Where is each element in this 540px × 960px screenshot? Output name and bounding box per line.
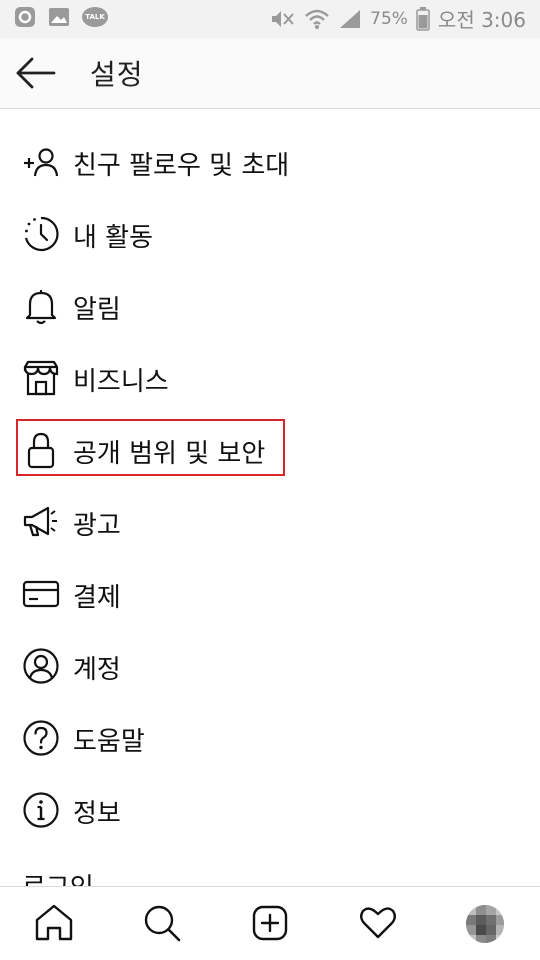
help-icon (23, 720, 59, 756)
app-notification-icon (15, 7, 35, 27)
home-icon[interactable] (32, 901, 76, 945)
gallery-notification-icon (49, 8, 69, 26)
wifi-icon (305, 9, 329, 29)
menu-item-label: 비즈니스 (73, 367, 169, 397)
menu-item-label: 정보 (73, 799, 121, 829)
menu-item-ads[interactable]: 광고 (0, 489, 540, 553)
menu-item-payments[interactable]: 결제 (0, 561, 540, 625)
mute-icon (272, 10, 294, 27)
menu-item-label: 친구 팔로우 및 초대 (73, 151, 290, 181)
heart-icon[interactable] (356, 901, 400, 945)
notification-icons: TALK (14, 6, 108, 28)
battery-percent: 75% (370, 8, 408, 29)
bottom-navigation (0, 886, 540, 960)
menu-item-label: 내 활동 (73, 223, 154, 253)
page-title: 설정 (90, 58, 144, 91)
bell-icon (25, 290, 57, 325)
login-section-heading: 로그인 (22, 873, 94, 887)
status-bar: TALK 75% 오전 3:06 (0, 0, 540, 38)
kakaotalk-notification-icon: TALK (82, 7, 108, 27)
menu-item-label: 계정 (73, 655, 121, 685)
highlight-box (16, 419, 285, 476)
menu-item-label: 도움말 (73, 727, 145, 757)
account-circle-icon (23, 648, 59, 684)
menu-item-about[interactable]: 정보 (0, 777, 540, 841)
clock: 오전 3:06 (437, 8, 526, 32)
signal-icon (340, 9, 361, 28)
menu-item-account[interactable]: 계정 (0, 633, 540, 697)
profile-avatar[interactable] (466, 905, 504, 943)
menu-item-help[interactable]: 도움말 (0, 705, 540, 769)
credit-card-icon (22, 580, 60, 608)
app-header: 설정 (0, 38, 540, 109)
new-post-icon[interactable] (248, 901, 292, 945)
battery-icon (416, 6, 430, 31)
menu-item-label: 결제 (73, 583, 121, 613)
back-arrow-icon[interactable] (14, 55, 58, 91)
menu-item-label: 알림 (73, 295, 121, 325)
menu-item-activity[interactable]: 내 활동 (0, 201, 540, 265)
add-person-icon (24, 148, 59, 177)
menu-item-follow-invite[interactable]: 친구 팔로우 및 초대 (0, 129, 540, 193)
menu-item-business[interactable]: 비즈니스 (0, 345, 540, 409)
activity-clock-icon (24, 216, 59, 252)
system-indicators: 75% 오전 3:06 (268, 4, 526, 33)
megaphone-icon (23, 506, 57, 537)
menu-item-notifications[interactable]: 알림 (0, 273, 540, 337)
info-icon (23, 792, 59, 828)
search-icon[interactable] (140, 901, 184, 945)
shop-icon (23, 360, 59, 396)
menu-item-label: 광고 (73, 511, 121, 541)
